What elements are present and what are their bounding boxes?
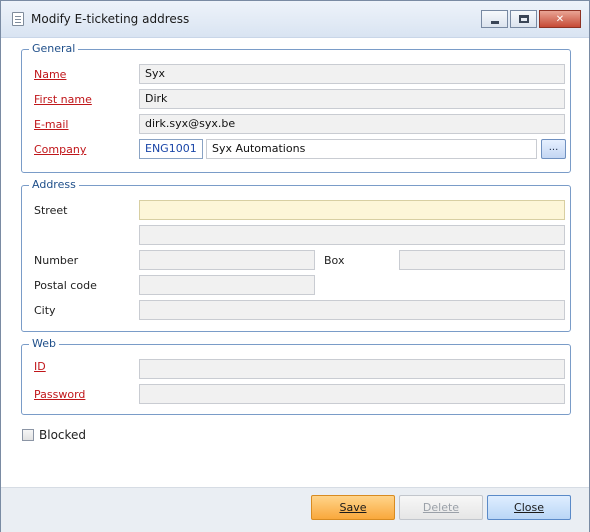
- company-name-field[interactable]: Syx Automations: [206, 139, 537, 159]
- close-window-button[interactable]: ✕: [539, 10, 581, 28]
- blocked-label[interactable]: Blocked: [39, 428, 86, 442]
- window-title: Modify E-ticketing address: [31, 12, 190, 26]
- first-name-label[interactable]: First name: [34, 93, 92, 106]
- city-field[interactable]: [139, 300, 565, 320]
- first-name-field[interactable]: Dirk: [139, 89, 565, 109]
- company-lookup-button[interactable]: ...: [541, 139, 566, 159]
- email-label[interactable]: E-mail: [34, 118, 69, 131]
- street-label: Street: [34, 204, 68, 217]
- general-legend: General: [29, 42, 79, 55]
- password-label[interactable]: Password: [34, 388, 85, 401]
- box-label: Box: [324, 254, 345, 267]
- document-icon: [12, 12, 24, 26]
- name-label[interactable]: Name: [34, 68, 66, 81]
- company-code-field[interactable]: ENG1001: [139, 139, 203, 159]
- web-group: Web: [21, 337, 571, 415]
- name-field[interactable]: Syx: [139, 64, 565, 84]
- email-field[interactable]: dirk.syx@syx.be: [139, 114, 565, 134]
- number-label: Number: [34, 254, 79, 267]
- password-field[interactable]: [139, 384, 565, 404]
- title-bar: Modify E-ticketing address ✕: [1, 1, 589, 38]
- maximize-button[interactable]: [510, 10, 537, 28]
- address-legend: Address: [29, 178, 79, 191]
- company-label[interactable]: Company: [34, 143, 86, 156]
- web-legend: Web: [29, 337, 59, 350]
- window-controls: ✕: [481, 10, 581, 30]
- blocked-checkbox[interactable]: [22, 429, 34, 441]
- dialog-window: Modify E-ticketing address ✕ General Nam…: [0, 0, 590, 532]
- close-icon: ✕: [555, 13, 565, 25]
- postal-code-field[interactable]: [139, 275, 315, 295]
- street-field[interactable]: [139, 200, 565, 220]
- city-label: City: [34, 304, 56, 317]
- box-field[interactable]: [399, 250, 565, 270]
- close-button[interactable]: Close: [487, 495, 571, 520]
- minimize-icon: [490, 20, 499, 24]
- save-button[interactable]: Save: [311, 495, 395, 520]
- id-label[interactable]: ID: [34, 360, 46, 373]
- number-field[interactable]: [139, 250, 315, 270]
- minimize-button[interactable]: [481, 10, 508, 28]
- delete-button[interactable]: Delete: [399, 495, 483, 520]
- street-line2-field[interactable]: [139, 225, 565, 245]
- id-field[interactable]: [139, 359, 565, 379]
- postal-code-label: Postal code: [34, 279, 97, 292]
- maximize-icon: [518, 15, 529, 23]
